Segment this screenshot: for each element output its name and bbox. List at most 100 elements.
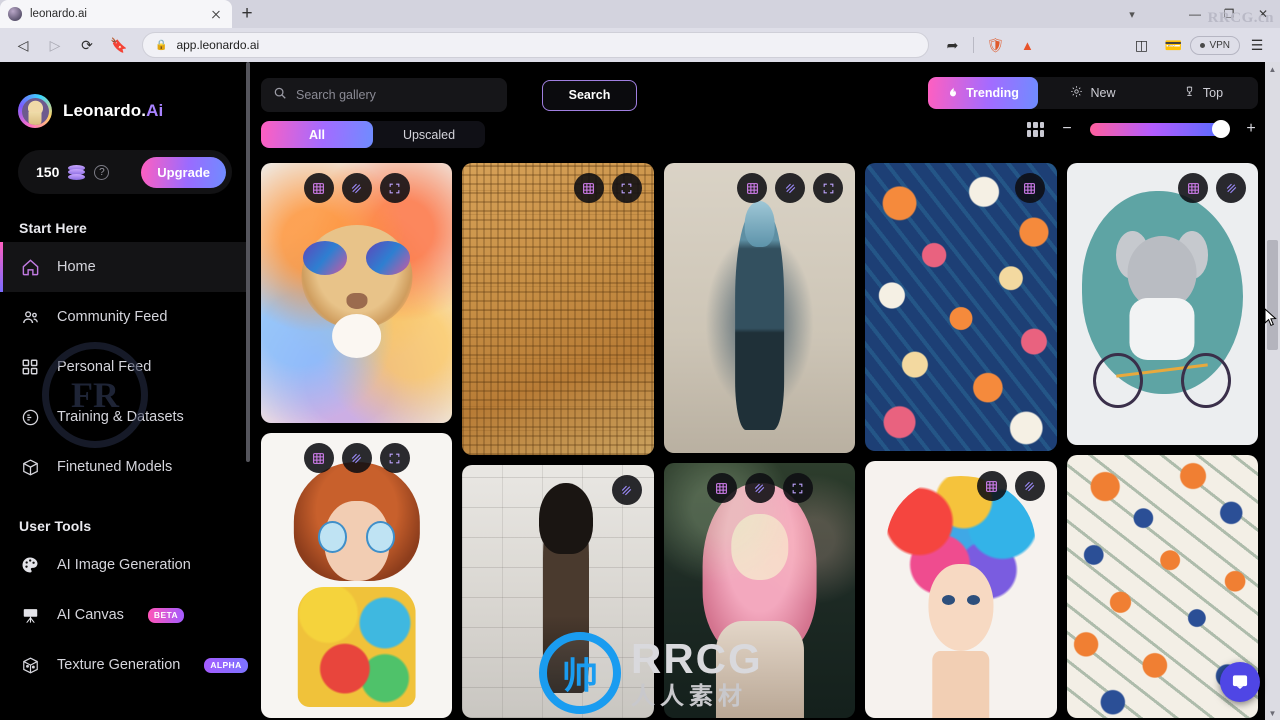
expand-fullscreen-icon[interactable] xyxy=(611,173,642,203)
filter-tab-all[interactable]: All xyxy=(261,121,373,148)
artwork-koala-on-bicycle xyxy=(1066,163,1258,445)
remix-image-icon[interactable] xyxy=(303,443,334,473)
remix-image-icon[interactable] xyxy=(573,173,604,203)
sidebar-item-home[interactable]: Home xyxy=(0,242,250,292)
image-variations-icon[interactable] xyxy=(744,473,775,503)
filter-tab-upscaled[interactable]: Upscaled xyxy=(373,121,485,148)
search-icon xyxy=(273,86,287,105)
main-content: Search All Upscaled Trending xyxy=(250,62,1280,720)
toolbar-divider xyxy=(973,37,975,53)
reload-icon[interactable]: ⟳ xyxy=(72,31,102,59)
gallery-toolbar: Search All Upscaled Trending xyxy=(250,62,1280,162)
chevron-down-icon[interactable]: ▾ xyxy=(1122,4,1142,24)
search-button[interactable]: Search xyxy=(542,79,637,111)
remix-image-icon[interactable] xyxy=(976,471,1007,501)
sidebar-item-ai-image-generation[interactable]: AI Image Generation xyxy=(0,540,250,590)
artwork-girl-blue-glasses xyxy=(261,433,453,718)
sidebar-item-community-feed[interactable]: Community Feed xyxy=(0,292,250,342)
sidebar-section-user-tools: User Tools xyxy=(19,518,92,534)
image-variations-icon[interactable] xyxy=(1014,471,1045,501)
gallery-card[interactable] xyxy=(462,163,654,455)
token-coins-icon xyxy=(68,164,86,180)
site-favicon xyxy=(8,7,22,21)
scroll-down-arrow-icon[interactable]: ▼ xyxy=(1265,706,1280,720)
artwork-egyptian-hieroglyphs xyxy=(462,163,654,455)
browser-tab[interactable]: leonardo.ai xyxy=(0,0,232,28)
image-variations-icon[interactable] xyxy=(341,173,372,203)
sidebar-item-ai-canvas[interactable]: AI Canvas BETA xyxy=(0,590,250,640)
intercom-chat-icon[interactable] xyxy=(1220,662,1260,702)
gallery-column xyxy=(261,163,453,720)
image-variations-icon[interactable] xyxy=(775,173,806,203)
search-input[interactable] xyxy=(296,88,495,102)
sort-tab-new[interactable]: New xyxy=(1038,77,1148,109)
search-gallery-box[interactable] xyxy=(261,78,507,112)
sidebar-item-training-datasets[interactable]: Training & Datasets xyxy=(0,392,250,442)
brave-rewards-icon[interactable]: ▲ xyxy=(1012,31,1042,59)
expand-fullscreen-icon[interactable] xyxy=(379,173,410,203)
sidebar-item-label: Home xyxy=(57,259,96,275)
gallery-card[interactable] xyxy=(865,461,1057,718)
sidebar-item-label: Texture Generation xyxy=(57,657,181,673)
gallery-card[interactable] xyxy=(261,433,453,718)
image-variations-icon[interactable] xyxy=(1216,173,1247,203)
vpn-toggle[interactable]: VPN xyxy=(1190,35,1240,55)
sort-tab-top[interactable]: Top xyxy=(1148,77,1258,109)
hamburger-menu-icon[interactable]: ☰ xyxy=(1242,31,1272,59)
sidebar-item-texture-generation[interactable]: Texture Generation ALPHA xyxy=(0,640,250,690)
image-variations-icon[interactable] xyxy=(611,475,642,505)
gallery-card[interactable] xyxy=(462,465,654,718)
flame-icon xyxy=(947,85,959,101)
remix-image-icon[interactable] xyxy=(706,473,737,503)
remix-image-icon[interactable] xyxy=(303,173,334,203)
brave-shields-icon[interactable]: 🛡 xyxy=(980,31,1010,59)
share-icon[interactable]: ➦ xyxy=(937,31,967,59)
sparkle-icon xyxy=(1070,85,1083,101)
image-variations-icon[interactable] xyxy=(341,443,372,473)
expand-fullscreen-icon[interactable] xyxy=(782,473,813,503)
slider-handle[interactable] xyxy=(1212,120,1230,138)
grid-zoom-controls: − + xyxy=(1027,120,1258,138)
remix-image-icon[interactable] xyxy=(1178,173,1209,203)
gallery-card[interactable] xyxy=(663,463,856,718)
expand-fullscreen-icon[interactable] xyxy=(813,173,844,203)
sidebar-panel-icon[interactable]: ◫ xyxy=(1126,31,1156,59)
grid-size-slider[interactable] xyxy=(1090,120,1230,138)
minimize-button[interactable]: — xyxy=(1178,0,1212,28)
expand-fullscreen-icon[interactable] xyxy=(379,443,410,473)
card-action-buttons xyxy=(737,173,844,203)
scroll-up-arrow-icon[interactable]: ▲ xyxy=(1265,62,1280,76)
grid-density-icon[interactable] xyxy=(1027,121,1044,137)
page-scrollbar[interactable]: ▲ ▼ xyxy=(1265,62,1280,720)
easel-icon xyxy=(19,604,41,626)
sidebar-item-personal-feed[interactable]: Personal Feed xyxy=(0,342,250,392)
back-arrow-icon[interactable]: ◁ xyxy=(8,31,38,59)
brand-logo-area[interactable]: Leonardo.Ai xyxy=(0,80,250,128)
training-datasets-icon xyxy=(19,406,41,428)
gallery-card[interactable] xyxy=(261,163,453,423)
forward-arrow-icon[interactable]: ▷ xyxy=(40,31,70,59)
palette-icon xyxy=(19,554,41,576)
sidebar-item-finetuned-models[interactable]: Finetuned Models xyxy=(0,442,250,492)
card-action-buttons xyxy=(303,173,410,203)
bookmark-icon[interactable]: 🔖 xyxy=(104,31,134,59)
address-bar[interactable]: 🔒 app.leonardo.ai xyxy=(142,32,930,58)
zoom-out-button[interactable]: − xyxy=(1060,120,1074,138)
scrollbar-thumb[interactable] xyxy=(1267,240,1278,350)
zoom-in-button[interactable]: + xyxy=(1244,120,1258,138)
new-tab-button[interactable]: + xyxy=(232,0,262,28)
close-icon[interactable] xyxy=(208,6,224,22)
remix-image-icon[interactable] xyxy=(1014,173,1045,203)
question-mark-icon[interactable]: ? xyxy=(94,164,110,180)
sort-tab-trending[interactable]: Trending xyxy=(928,77,1038,109)
image-gallery: 帅 RRCG 人人素材 xyxy=(261,163,1258,720)
upgrade-button[interactable]: Upgrade xyxy=(141,156,226,188)
maximize-button[interactable]: ❐ xyxy=(1212,0,1246,28)
close-window-button[interactable]: ✕ xyxy=(1246,0,1280,28)
gallery-card[interactable] xyxy=(1066,163,1258,445)
remix-image-icon[interactable] xyxy=(737,173,768,203)
gallery-card[interactable] xyxy=(663,163,856,453)
gallery-card[interactable] xyxy=(865,163,1057,451)
brave-wallet-icon[interactable]: 💳 xyxy=(1158,31,1188,59)
sidebar-item-label: Personal Feed xyxy=(57,359,152,375)
